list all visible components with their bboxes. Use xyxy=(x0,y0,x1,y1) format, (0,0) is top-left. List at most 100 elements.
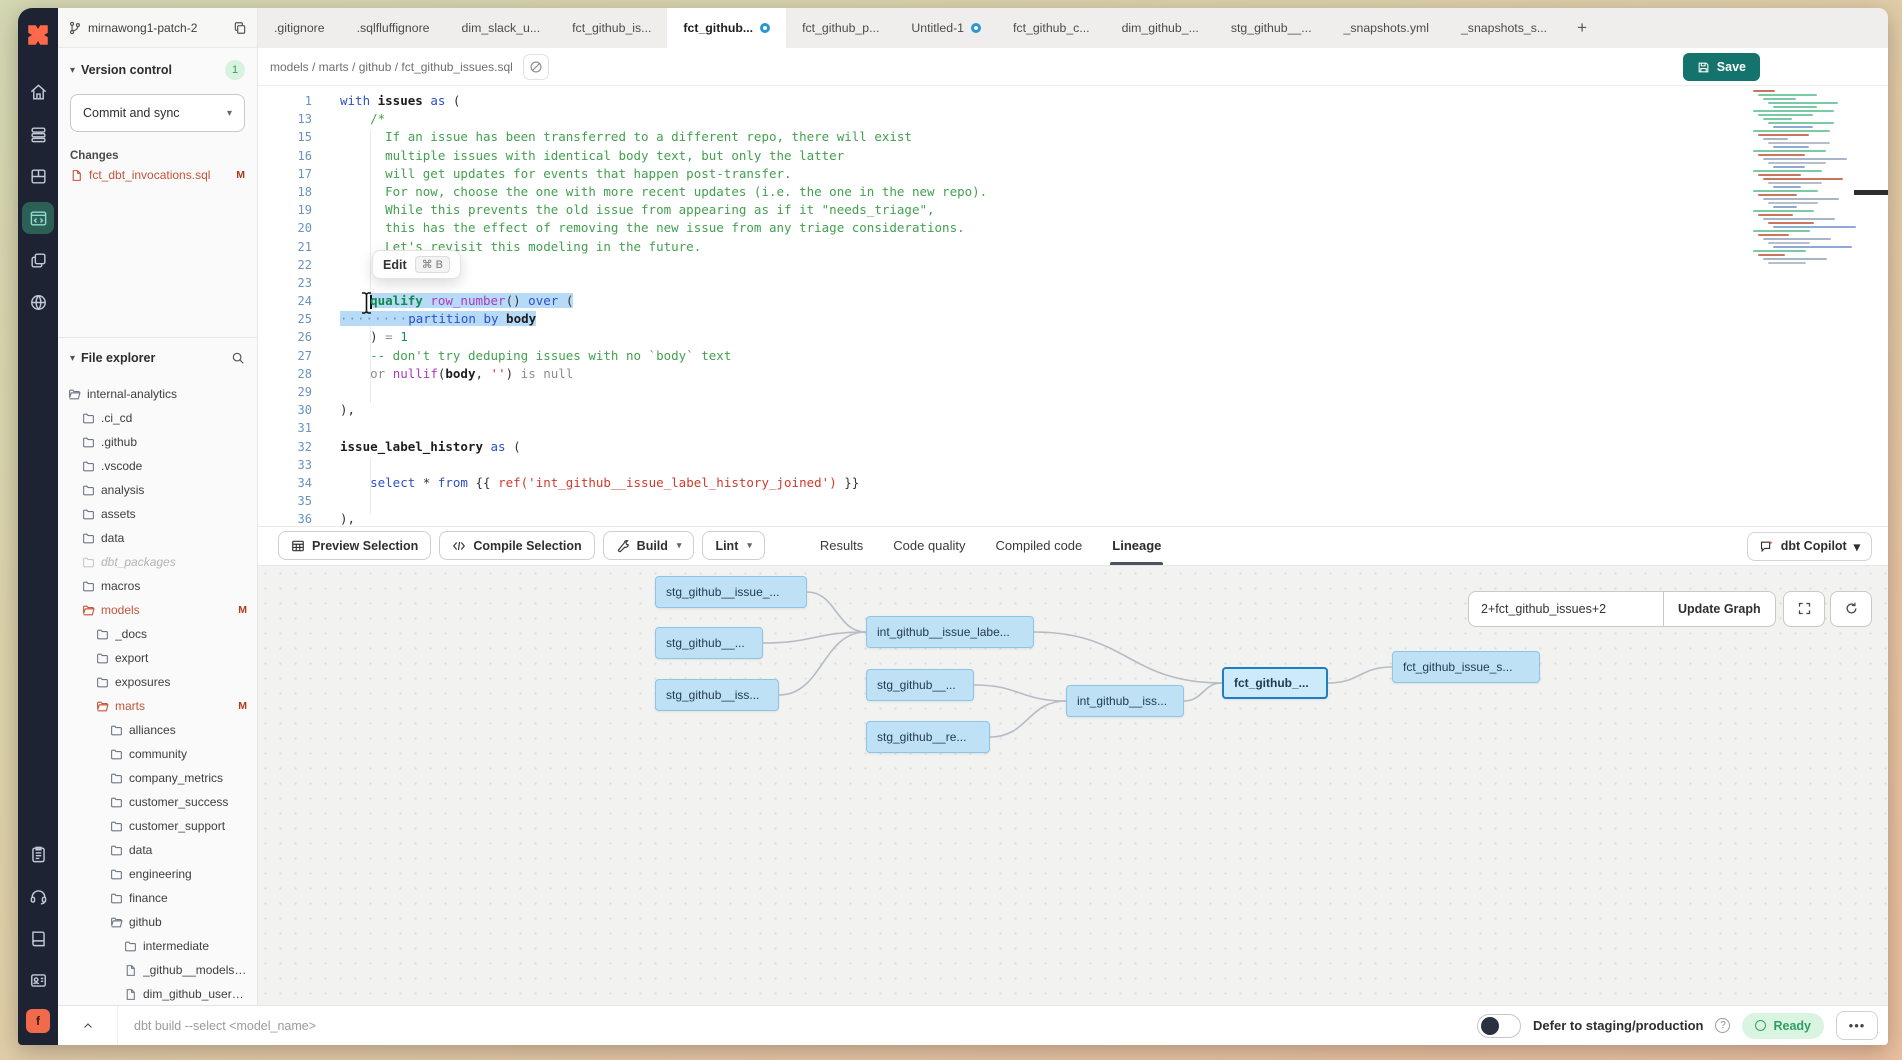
copy-icon[interactable] xyxy=(233,21,247,35)
editor-tab-dim_slack_u...[interactable]: dim_slack_u... xyxy=(446,8,557,48)
command-input-placeholder[interactable]: dbt build --select <model_name> xyxy=(134,1019,316,1033)
docs-book-icon[interactable] xyxy=(22,922,54,954)
compile-selection-button[interactable]: Compile Selection xyxy=(439,531,594,560)
code-line[interactable]: 28 or nullif(body, '') is null xyxy=(258,365,1888,383)
fullscreen-button[interactable] xyxy=(1783,591,1825,627)
editor-tab-Untitled-1[interactable]: Untitled-1 xyxy=(895,8,997,48)
minimap[interactable] xyxy=(1753,90,1865,266)
file-explorer-header[interactable]: ▾ File explorer xyxy=(58,344,257,372)
account-card-icon[interactable] xyxy=(22,964,54,996)
code-line[interactable]: 35 xyxy=(258,492,1888,510)
new-tab-button[interactable]: + xyxy=(1563,8,1601,48)
tree-folder-data[interactable]: data xyxy=(58,838,257,862)
lineage-node-n9[interactable]: fct_github_issue_s... xyxy=(1392,651,1540,683)
tree-folder-macros[interactable]: macros xyxy=(58,574,257,598)
code-line[interactable]: 18 For now, choose the one with more rec… xyxy=(258,183,1888,201)
expand-command-bar-button[interactable] xyxy=(58,1006,118,1045)
ide-icon[interactable] xyxy=(22,202,54,234)
changed-file-row[interactable]: fct_dbt_invocations.sql M xyxy=(58,166,257,184)
more-options-button[interactable]: ••• xyxy=(1836,1011,1878,1040)
code-line[interactable]: 21 Let's revisit this modeling in the fu… xyxy=(258,238,1888,256)
build-button[interactable]: Build ▾ xyxy=(603,531,695,560)
support-headset-icon[interactable] xyxy=(22,880,54,912)
lineage-node-n3[interactable]: stg_github__iss... xyxy=(655,679,779,711)
open-in-explorer-button[interactable] xyxy=(523,54,549,80)
tree-folder-customer_support[interactable]: customer_support xyxy=(58,814,257,838)
tree-folder-community[interactable]: community xyxy=(58,742,257,766)
help-icon[interactable]: ? xyxy=(1715,1018,1730,1033)
editor-tab-dim_github_...[interactable]: dim_github_... xyxy=(1106,8,1215,48)
editor-tab-fct_github_c...[interactable]: fct_github_c... xyxy=(997,8,1106,48)
editor-tab-.sqlfluffignore[interactable]: .sqlfluffignore xyxy=(341,8,446,48)
tree-folder-dbt_packages[interactable]: dbt_packages xyxy=(58,550,257,574)
code-editor[interactable]: 1with issues as (13 /*15 If an issue has… xyxy=(258,86,1888,526)
tree-folder-analysis[interactable]: analysis xyxy=(58,478,257,502)
code-line[interactable]: 15 If an issue has been transferred to a… xyxy=(258,128,1888,146)
commit-and-sync-select[interactable]: Commit and sync ▾ xyxy=(70,94,245,132)
home-icon[interactable] xyxy=(22,76,54,108)
code-line[interactable]: 29 xyxy=(258,383,1888,401)
code-line[interactable]: 36), xyxy=(258,510,1888,525)
editor-tab-_snapshots_s...[interactable]: _snapshots_s... xyxy=(1445,8,1563,48)
tree-folder-internal-analytics[interactable]: internal-analytics xyxy=(58,382,257,406)
dbt-logo-icon[interactable] xyxy=(25,22,51,53)
tree-file-dim_github_users...[interactable]: dim_github_users... xyxy=(58,982,257,1005)
tree-folder-exposures[interactable]: exposures xyxy=(58,670,257,694)
panel-tab-code-quality[interactable]: Code quality xyxy=(878,527,980,565)
panel-tab-results[interactable]: Results xyxy=(805,527,878,565)
tree-folder-assets[interactable]: assets xyxy=(58,502,257,526)
code-line[interactable]: 32issue_label_history as ( xyxy=(258,438,1888,456)
tree-folder-_docs[interactable]: _docs xyxy=(58,622,257,646)
explore-globe-icon[interactable] xyxy=(22,286,54,318)
editor-tab-stg_github__...[interactable]: stg_github__... xyxy=(1215,8,1328,48)
tree-folder-intermediate[interactable]: intermediate xyxy=(58,934,257,958)
editor-tab-fct_github_is...[interactable]: fct_github_is... xyxy=(556,8,667,48)
lineage-node-n8[interactable]: fct_github_... xyxy=(1222,667,1328,699)
code-line[interactable]: 16 multiple issues with identical body t… xyxy=(258,147,1888,165)
search-icon[interactable] xyxy=(231,351,245,365)
editor-tab-fct_github...[interactable]: fct_github... xyxy=(667,8,786,48)
lineage-node-n7[interactable]: int_github__iss... xyxy=(1066,685,1184,717)
lineage-node-n1[interactable]: stg_github__issue_... xyxy=(655,576,807,608)
compare-icon[interactable] xyxy=(22,244,54,276)
editor-tab-_snapshots.yml[interactable]: _snapshots.yml xyxy=(1328,8,1445,48)
tree-folder-models[interactable]: modelsM xyxy=(58,598,257,622)
version-control-header[interactable]: ▾ Version control 1 xyxy=(58,48,257,84)
tree-file-_github__models.yml[interactable]: _github__models.yml xyxy=(58,958,257,982)
code-line[interactable]: 31 xyxy=(258,419,1888,437)
edit-tooltip[interactable]: Edit ⌘ B xyxy=(372,250,461,279)
dashboard-icon[interactable] xyxy=(22,160,54,192)
panel-tab-lineage[interactable]: Lineage xyxy=(1097,527,1176,565)
code-line[interactable]: 30), xyxy=(258,401,1888,419)
environments-icon[interactable] xyxy=(22,118,54,150)
code-line[interactable]: 23 xyxy=(258,274,1888,292)
code-line[interactable]: 26 ) = 1 xyxy=(258,328,1888,346)
tree-folder-data[interactable]: data xyxy=(58,526,257,550)
tree-folder-engineering[interactable]: engineering xyxy=(58,862,257,886)
tree-folder-.github[interactable]: .github xyxy=(58,430,257,454)
refresh-button[interactable] xyxy=(1830,591,1872,627)
tree-folder-finance[interactable]: finance xyxy=(58,886,257,910)
lineage-node-n5[interactable]: stg_github__... xyxy=(866,669,974,701)
code-line[interactable]: 33 xyxy=(258,456,1888,474)
code-line[interactable]: 27 -- don't try deduping issues with no … xyxy=(258,347,1888,365)
tree-folder-github[interactable]: github xyxy=(58,910,257,934)
lineage-node-n2[interactable]: stg_github__... xyxy=(655,627,763,659)
code-line[interactable]: 20 this has the effect of removing the n… xyxy=(258,219,1888,237)
tree-folder-marts[interactable]: martsM xyxy=(58,694,257,718)
defer-toggle[interactable] xyxy=(1477,1014,1521,1038)
code-line[interactable]: 22 xyxy=(258,256,1888,274)
lineage-selector-input[interactable] xyxy=(1468,591,1663,627)
editor-tab-.gitignore[interactable]: .gitignore xyxy=(258,8,341,48)
editor-tab-fct_github_p...[interactable]: fct_github_p... xyxy=(786,8,895,48)
code-line[interactable]: 34 select * from {{ ref('int_github__iss… xyxy=(258,474,1888,492)
scrollbar-thumb[interactable] xyxy=(1854,190,1888,195)
lineage-node-n4[interactable]: int_github__issue_labe... xyxy=(866,616,1034,648)
dbt-copilot-button[interactable]: dbt Copilot ▾ xyxy=(1747,532,1872,561)
tree-folder-export[interactable]: export xyxy=(58,646,257,670)
code-line[interactable]: 25········partition by body xyxy=(258,310,1888,328)
code-line[interactable]: 24 qualify row_number() over ( xyxy=(258,292,1888,310)
code-line[interactable]: 1with issues as ( xyxy=(258,92,1888,110)
code-line[interactable]: 17 will get updates for events that happ… xyxy=(258,165,1888,183)
lint-button[interactable]: Lint ▾ xyxy=(702,531,764,560)
